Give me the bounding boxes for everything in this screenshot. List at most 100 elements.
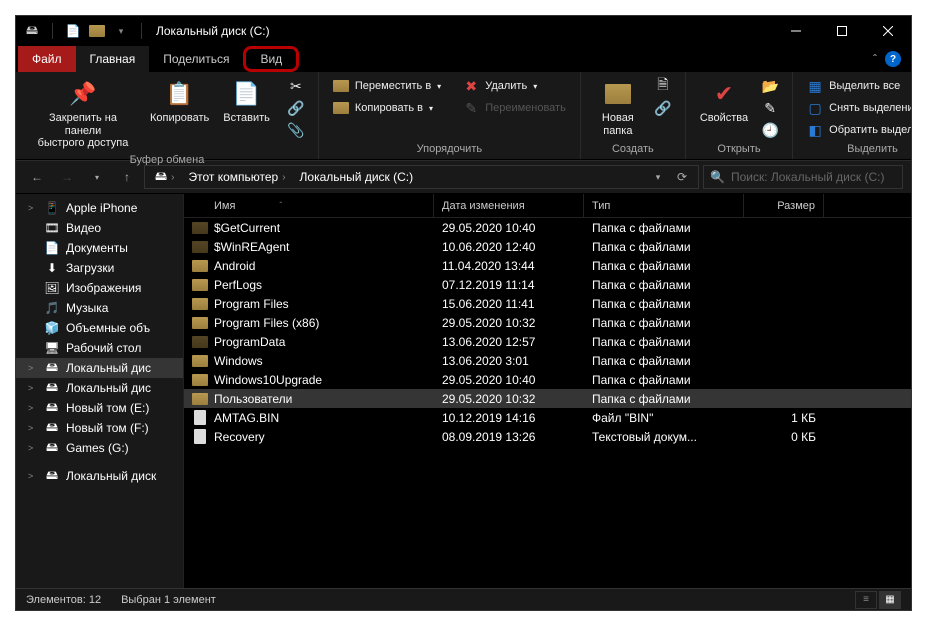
refresh-icon[interactable]: ⟳ (670, 166, 694, 188)
col-date[interactable]: Дата изменения (434, 194, 584, 217)
back-button[interactable]: ← (24, 165, 50, 189)
close-button[interactable] (865, 16, 911, 46)
select-none-button[interactable]: ▢Снять выделение (801, 98, 912, 118)
sidebar-item[interactable]: >🖴Локальный дис (16, 378, 183, 398)
expand-icon[interactable]: > (28, 383, 33, 393)
file-row[interactable]: Windows10Upgrade29.05.2020 10:40Папка с … (184, 370, 911, 389)
sidebar-item[interactable]: >📱Apple iPhone (16, 198, 183, 218)
expand-icon[interactable]: > (28, 363, 33, 373)
cut-button[interactable]: ✂ (282, 76, 310, 96)
delete-button[interactable]: ✖Удалить ▾ (457, 76, 572, 96)
file-row[interactable]: Program Files (x86)29.05.2020 10:32Папка… (184, 313, 911, 332)
expand-icon[interactable]: > (28, 423, 33, 433)
file-date: 29.05.2020 10:32 (434, 392, 584, 406)
maximize-button[interactable] (819, 16, 865, 46)
file-row[interactable]: AMTAG.BIN10.12.2019 14:16Файл "BIN"1 КБ (184, 408, 911, 427)
copy-path-button[interactable]: 🔗 (282, 98, 310, 118)
expand-icon[interactable]: > (28, 403, 33, 413)
col-label: Дата изменения (442, 200, 525, 212)
tab-view[interactable]: Вид (243, 46, 299, 72)
properties-button[interactable]: ✔ Свойства (694, 76, 754, 127)
copy-button[interactable]: 📋 Копировать (144, 76, 215, 127)
file-row[interactable]: Android11.04.2020 13:44Папка с файлами (184, 256, 911, 275)
forward-button[interactable]: → (54, 165, 80, 189)
group-organize: Переместить в ▾ Копировать в ▾ ✖Удалить … (319, 72, 581, 159)
tab-home[interactable]: Главная (76, 46, 150, 72)
pin-button[interactable]: 📌 Закрепить на панели быстрого доступа (24, 76, 142, 152)
file-row[interactable]: Windows13.06.2020 3:01Папка с файлами (184, 351, 911, 370)
paste-button[interactable]: 📄 Вставить (217, 76, 276, 127)
file-row[interactable]: PerfLogs07.12.2019 11:14Папка с файлами (184, 275, 911, 294)
sidebar-item[interactable]: >🖴Локальный диск (16, 466, 183, 486)
col-name[interactable]: Имя ˆ (184, 194, 434, 217)
new-folder-button[interactable]: Новая папка (589, 76, 647, 139)
sidebar-item[interactable]: 📄Документы (16, 238, 183, 258)
sidebar-item[interactable]: 🖼Изображения (16, 278, 183, 298)
up-button[interactable]: ↑ (114, 165, 140, 189)
separator (52, 23, 53, 39)
easy-access-button[interactable]: 🔗 (649, 98, 677, 118)
minimize-button[interactable] (773, 16, 819, 46)
file-row[interactable]: $GetCurrent29.05.2020 10:40Папка с файла… (184, 218, 911, 237)
tab-label: Файл (32, 52, 62, 66)
file-row[interactable]: ProgramData13.06.2020 12:57Папка с файла… (184, 332, 911, 351)
open-button[interactable]: 📂 (756, 76, 784, 96)
select-all-button[interactable]: ▦Выделить все (801, 76, 912, 96)
folder-qat-icon[interactable] (89, 23, 105, 39)
sidebar-item[interactable]: 🧊Объемные объ (16, 318, 183, 338)
window-title: Локальный диск (C:) (156, 24, 270, 38)
file-row[interactable]: $WinREAgent10.06.2020 12:40Папка с файла… (184, 237, 911, 256)
sidebar-item[interactable]: >🖴Новый том (F:) (16, 418, 183, 438)
crumb-disk[interactable]: Локальный диск (C:) (294, 170, 420, 184)
expand-icon[interactable]: > (28, 471, 33, 481)
history-button[interactable]: 🕘 (756, 120, 784, 140)
sidebar-item[interactable]: 🎞Видео (16, 218, 183, 238)
view-details-button[interactable]: ≡ (855, 591, 877, 609)
recent-dropdown[interactable]: ▾ (84, 165, 110, 189)
help-icon[interactable]: ? (885, 51, 901, 67)
sidebar-item[interactable]: 🖥Рабочий стол (16, 338, 183, 358)
ribbon-tabs: Файл Главная Поделиться Вид ˆ ? (16, 46, 911, 72)
paste-short-button[interactable]: 📎 (282, 120, 310, 140)
select-all-icon: ▦ (807, 78, 823, 94)
collapse-ribbon-icon[interactable]: ˆ (873, 52, 877, 66)
sidebar-item[interactable]: >🖴Новый том (E:) (16, 398, 183, 418)
sidebar-item[interactable]: ⬇Загрузки (16, 258, 183, 278)
crumb-label: Этот компьютер (188, 170, 278, 184)
rename-button[interactable]: ✎Переименовать (457, 98, 572, 118)
drive-icon: 🖴 (44, 380, 60, 396)
search-input[interactable]: 🔍 Поиск: Локальный диск (C:) (703, 165, 903, 189)
file-row[interactable]: Recovery08.09.2019 13:26Текстовый докум.… (184, 427, 911, 446)
file-row[interactable]: Пользователи29.05.2020 10:32Папка с файл… (184, 389, 911, 408)
group-label: Упорядочить (327, 141, 572, 155)
copy-qat-icon[interactable]: 📄 (65, 23, 81, 39)
expand-icon[interactable]: > (28, 443, 33, 453)
qat-dropdown-icon[interactable]: ▾ (113, 23, 129, 39)
sidebar-item[interactable]: >🖴Games (G:) (16, 438, 183, 458)
copy-to-button[interactable]: Копировать в ▾ (327, 98, 447, 118)
tab-file[interactable]: Файл (18, 46, 76, 72)
column-headers: Имя ˆ Дата изменения Тип Размер (184, 194, 911, 218)
sidebar-item[interactable]: >🖴Локальный дис (16, 358, 183, 378)
move-to-button[interactable]: Переместить в ▾ (327, 76, 447, 96)
file-size: 1 КБ (744, 411, 824, 425)
address-bar[interactable]: 🖴 › Этот компьютер › Локальный диск (C:)… (144, 165, 699, 189)
addr-dropdown-icon[interactable]: ▾ (646, 166, 670, 188)
edit-button[interactable]: ✎ (756, 98, 784, 118)
group-clipboard: 📌 Закрепить на панели быстрого доступа 📋… (16, 72, 319, 159)
ribbon: 📌 Закрепить на панели быстрого доступа 📋… (16, 72, 911, 160)
view-thumb-button[interactable]: ▦ (879, 591, 901, 609)
sidebar-item[interactable]: 🎵Музыка (16, 298, 183, 318)
file-row[interactable]: Program Files15.06.2020 11:41Папка с фай… (184, 294, 911, 313)
file-type: Папка с файлами (584, 259, 744, 273)
shortcut-icon: 📎 (288, 122, 304, 138)
col-size[interactable]: Размер (744, 194, 824, 217)
new-item-button[interactable]: 🗎 (649, 76, 677, 96)
col-type[interactable]: Тип (584, 194, 744, 217)
tab-share[interactable]: Поделиться (149, 46, 243, 72)
crumb-pc[interactable]: Этот компьютер › (182, 170, 291, 184)
expand-icon[interactable]: > (28, 203, 33, 213)
status-count: Элементов: 12 (26, 594, 101, 606)
select-invert-button[interactable]: ◧Обратить выделение (801, 120, 912, 140)
crumb-root-icon[interactable]: 🖴 › (149, 167, 180, 188)
